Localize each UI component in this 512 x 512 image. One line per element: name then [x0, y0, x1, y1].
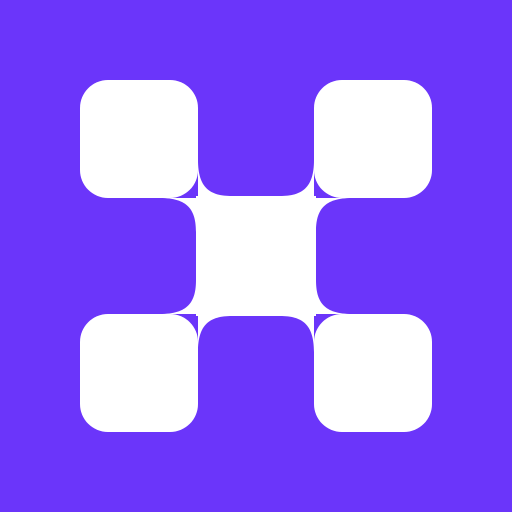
logo-bottom-left-block — [80, 314, 198, 432]
logo-top-left-block — [80, 80, 198, 198]
app-icon-canvas — [0, 0, 512, 512]
x-shaped-block-logo-icon — [0, 0, 512, 512]
logo-top-right-block — [314, 80, 432, 198]
logo-bottom-right-block — [314, 314, 432, 432]
